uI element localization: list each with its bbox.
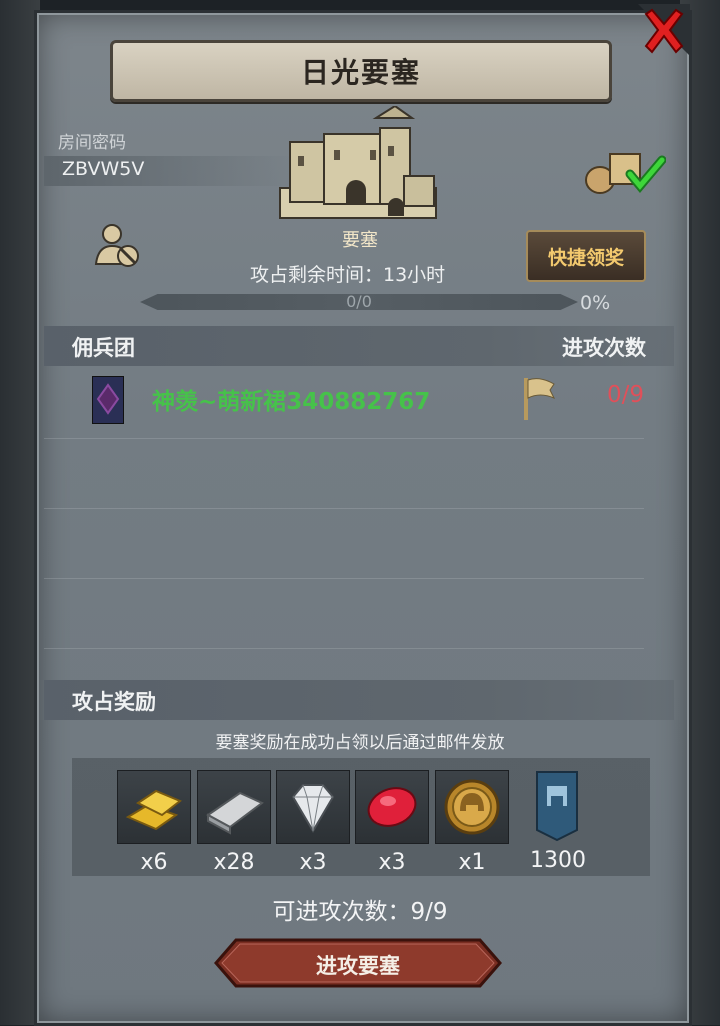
- helmet-medal-icon: [444, 779, 500, 835]
- empty-row: [44, 578, 644, 649]
- room-code-label: 房间密码: [58, 133, 126, 153]
- castle-icon: [279, 106, 437, 219]
- member-name: 神羡~萌新裙340882767: [152, 389, 431, 415]
- fortress-banner-icon: [536, 771, 578, 842]
- capture-progress-percent: 0%: [580, 292, 611, 314]
- loot-claimed-icon: [585, 153, 666, 194]
- gold-bar-icon: [125, 789, 182, 831]
- close-button[interactable]: [634, 4, 690, 60]
- reward-quantity: x1: [458, 850, 486, 875]
- page-title: 日光要塞: [300, 56, 421, 89]
- title-bar: 日光要塞: [110, 40, 612, 102]
- attack-fortress-label: 进攻要塞: [316, 954, 400, 978]
- flag-icon: [524, 378, 556, 420]
- empty-row: [44, 508, 644, 579]
- mercenary-section-title: 佣兵团: [72, 336, 135, 360]
- diamond-icon: [291, 784, 335, 833]
- reward-item[interactable]: x28: [197, 770, 271, 875]
- reward-item[interactable]: x1: [435, 770, 509, 875]
- member-attack-count: 0/9: [606, 382, 644, 408]
- reward-quantity: x3: [299, 850, 327, 875]
- reward-quantity: 1300: [530, 848, 586, 873]
- quick-claim-button[interactable]: 快捷领奖: [526, 230, 646, 282]
- ruby-icon: [367, 787, 417, 827]
- empty-row: [44, 438, 644, 509]
- rewards-note: 要塞奖励在成功占领以后通过邮件发放: [215, 733, 505, 753]
- capture-time-remaining: 攻占剩余时间：13小时: [250, 264, 446, 286]
- member-row[interactable]: 神羡~萌新裙340882767 0/9: [44, 368, 644, 439]
- rewards-section-header: 攻占奖励: [44, 680, 674, 720]
- attack-fortress-button[interactable]: 进攻要塞: [214, 936, 502, 990]
- available-attacks-label: 可进攻次数：9/9: [272, 899, 448, 925]
- reward-quantity: x6: [140, 850, 168, 875]
- reward-item[interactable]: x3: [276, 770, 350, 875]
- mercenary-section-header: 佣兵团 进攻次数: [44, 326, 674, 366]
- guild-banner-icon: [92, 376, 124, 424]
- reward-item[interactable]: x3: [355, 770, 429, 875]
- close-icon: [638, 4, 690, 56]
- capture-progress-text: 0/0: [346, 292, 372, 311]
- reward-quantity: x3: [378, 850, 406, 875]
- rewards-section-title: 攻占奖励: [72, 690, 156, 714]
- reward-item[interactable]: 1300: [521, 770, 595, 873]
- reward-quantity: x28: [213, 850, 255, 875]
- reward-item[interactable]: x6: [117, 770, 191, 875]
- quick-claim-label: 快捷领奖: [547, 246, 624, 269]
- silver-bar-icon: [206, 791, 264, 835]
- capture-progress-bar: 0/0: [140, 294, 578, 310]
- attack-count-header: 进攻次数: [562, 336, 646, 360]
- room-code-value: ZBVW5V: [62, 158, 145, 180]
